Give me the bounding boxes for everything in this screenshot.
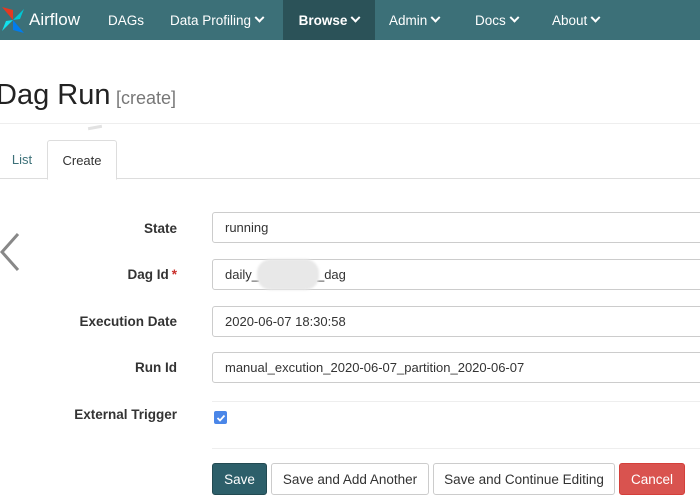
- execution-date-field[interactable]: 2020-06-07 18:30:58: [212, 306, 700, 337]
- top-navbar: Airflow DAGs Data Profiling Browse Admin…: [0, 0, 700, 40]
- nav-about-label: About: [552, 12, 588, 28]
- page-header: Dag Run [create]: [0, 76, 700, 124]
- state-select[interactable]: running: [212, 212, 700, 243]
- state-label: State: [144, 221, 177, 236]
- nav-dags-label: DAGs: [108, 12, 145, 28]
- nav-data-profiling[interactable]: Data Profiling: [170, 0, 265, 40]
- nav-browse[interactable]: Browse: [283, 0, 375, 40]
- chevron-left-icon[interactable]: [0, 230, 22, 274]
- form-divider: [212, 401, 700, 402]
- external-trigger-label: External Trigger: [74, 407, 177, 422]
- redacted-region: [256, 259, 319, 290]
- chevron-down-icon: [590, 12, 601, 23]
- brand-link[interactable]: Airflow: [0, 0, 92, 40]
- save-button[interactable]: Save: [212, 463, 267, 495]
- external-trigger-label-text: External Trigger: [74, 407, 177, 422]
- brand-name: Airflow: [29, 10, 81, 29]
- checkmark-icon: [216, 414, 225, 422]
- tab-bar: List Create: [0, 140, 700, 180]
- run-id-label: Run Id: [135, 360, 177, 375]
- chevron-down-icon: [430, 12, 441, 23]
- save-and-add-another-button[interactable]: Save and Add Another: [271, 463, 429, 495]
- run-id-value: manual_excution_2020-06-07_partition_202…: [225, 360, 525, 375]
- nav-browse-label: Browse: [298, 12, 348, 28]
- save-button-label: Save: [224, 471, 255, 487]
- decorative-mark: [87, 124, 103, 131]
- nav-about[interactable]: About: [552, 0, 601, 40]
- nav-docs[interactable]: Docs: [475, 0, 520, 40]
- dag-id-suffix: _dag: [316, 267, 346, 282]
- chevron-down-icon: [350, 12, 361, 23]
- dag-id-prefix: daily_: [225, 267, 259, 282]
- execution-date-value: 2020-06-07 18:30:58: [225, 314, 346, 329]
- nav-admin-label: Admin: [389, 12, 428, 28]
- chevron-down-icon: [509, 12, 520, 23]
- nav-docs-label: Docs: [475, 12, 506, 28]
- nav-data-profiling-label: Data Profiling: [170, 12, 252, 28]
- cancel-button[interactable]: Cancel: [619, 463, 685, 495]
- save-and-continue-editing-button[interactable]: Save and Continue Editing: [433, 463, 615, 495]
- tab-list-label: List: [11, 152, 33, 167]
- required-marker: *: [171, 267, 177, 282]
- state-label-text: State: [143, 221, 177, 236]
- dag-id-field[interactable]: daily_ _dag: [212, 259, 700, 290]
- execution-date-label-text: Execution Date: [79, 314, 177, 329]
- execution-date-label: Execution Date: [79, 314, 177, 329]
- dag-id-label-text: Dag Id: [127, 267, 169, 282]
- dag-id-label: Dag Id *: [127, 267, 177, 282]
- run-id-label-text: Run Id: [135, 360, 177, 375]
- form-divider: [212, 448, 700, 449]
- tab-list[interactable]: List: [0, 140, 44, 179]
- tab-create[interactable]: Create: [47, 140, 117, 180]
- page-title: Dag Run: [0, 79, 111, 111]
- external-trigger-checkbox[interactable]: [214, 411, 227, 424]
- save-and-add-another-label: Save and Add Another: [282, 471, 418, 487]
- nav-admin[interactable]: Admin: [389, 0, 441, 40]
- nav-dags[interactable]: DAGs: [108, 0, 144, 40]
- cancel-button-label: Cancel: [630, 471, 674, 487]
- state-value: running: [225, 220, 269, 235]
- tab-create-label: Create: [62, 152, 102, 168]
- run-id-field[interactable]: manual_excution_2020-06-07_partition_202…: [212, 352, 700, 383]
- airflow-pinwheel-icon: [2, 7, 24, 33]
- chevron-down-icon: [254, 12, 265, 23]
- save-and-continue-editing-label: Save and Continue Editing: [444, 471, 604, 487]
- page-subtitle: [create]: [116, 88, 177, 108]
